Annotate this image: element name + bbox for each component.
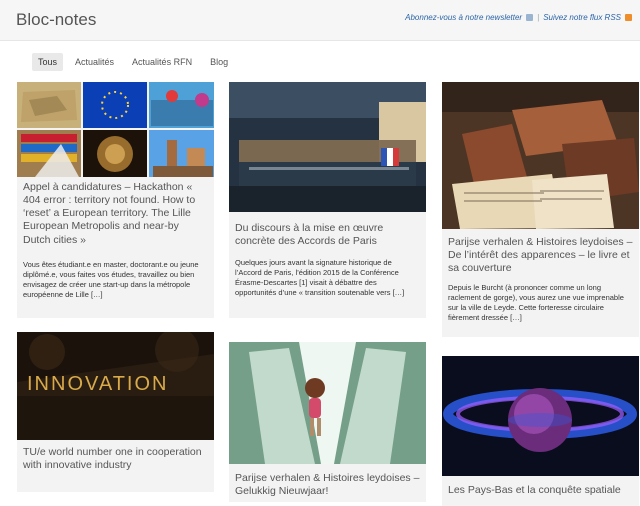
conference-image[interactable] — [229, 82, 426, 212]
space-image[interactable] — [442, 356, 639, 476]
post-card-hackathon[interactable]: Appel à candidatures – Hackathon « 404 e… — [17, 82, 214, 318]
newsletter-link[interactable]: Abonnez-vous à notre newsletter — [405, 13, 522, 22]
watercolor-image[interactable] — [229, 342, 426, 464]
post-card-gelukkig-nieuwjaar[interactable]: Parijse verhalen & Histoires leydoises –… — [229, 342, 426, 502]
filter-blog[interactable]: Blog — [204, 53, 234, 71]
rss-link[interactable]: Suivez notre flux RSS — [543, 13, 621, 22]
books-image[interactable] — [442, 82, 639, 229]
post-title[interactable]: Parijse verhalen & Histoires leydoises –… — [235, 472, 420, 498]
filter-tous[interactable]: Tous — [32, 53, 64, 71]
collage-image[interactable] — [17, 82, 214, 177]
post-excerpt: Depuis le Burcht (à prononcer comme un l… — [448, 283, 624, 323]
rss-icon[interactable] — [625, 14, 632, 21]
post-title[interactable]: TU/e world number one in cooperation wit… — [23, 446, 208, 472]
post-card-livre-couverture[interactable]: Parijse verhalen & Histoires leydoises –… — [442, 82, 639, 337]
post-card-accords-paris[interactable]: Du discours à la mise en œuvre concrète … — [229, 82, 426, 318]
post-card-tue[interactable]: INNOVATION TU/e world number one in coop… — [17, 332, 214, 492]
innovation-image[interactable]: INNOVATION — [17, 332, 214, 440]
post-excerpt: Quelques jours avant la signature histor… — [235, 258, 405, 298]
category-filters: Tous Actualités Actualités RFN Blog — [32, 53, 234, 71]
site-title[interactable]: Bloc-notes — [16, 10, 96, 30]
header-links: Abonnez-vous à notre newsletter | Suivez… — [405, 13, 632, 22]
post-card-conquete-spatiale[interactable]: Les Pays-Bas et la conquête spatiale — [442, 356, 639, 506]
top-bar: Bloc-notes Abonnez-vous à notre newslett… — [0, 0, 640, 41]
header-separator: | — [537, 13, 540, 22]
filter-actualites[interactable]: Actualités — [69, 53, 120, 71]
post-title[interactable]: Appel à candidatures – Hackathon « 404 e… — [23, 181, 208, 247]
post-title[interactable]: Du discours à la mise en œuvre concrète … — [235, 222, 420, 248]
post-title[interactable]: Parijse verhalen & Histoires leydoises –… — [448, 236, 633, 275]
post-title[interactable]: Les Pays-Bas et la conquête spatiale — [448, 484, 633, 497]
newsletter-icon[interactable] — [526, 14, 534, 21]
post-excerpt: Vous êtes étudiant.e en master, doctoran… — [23, 260, 199, 300]
filter-actualites-rfn[interactable]: Actualités RFN — [126, 53, 198, 71]
innovation-image-text: INNOVATION — [27, 373, 168, 395]
